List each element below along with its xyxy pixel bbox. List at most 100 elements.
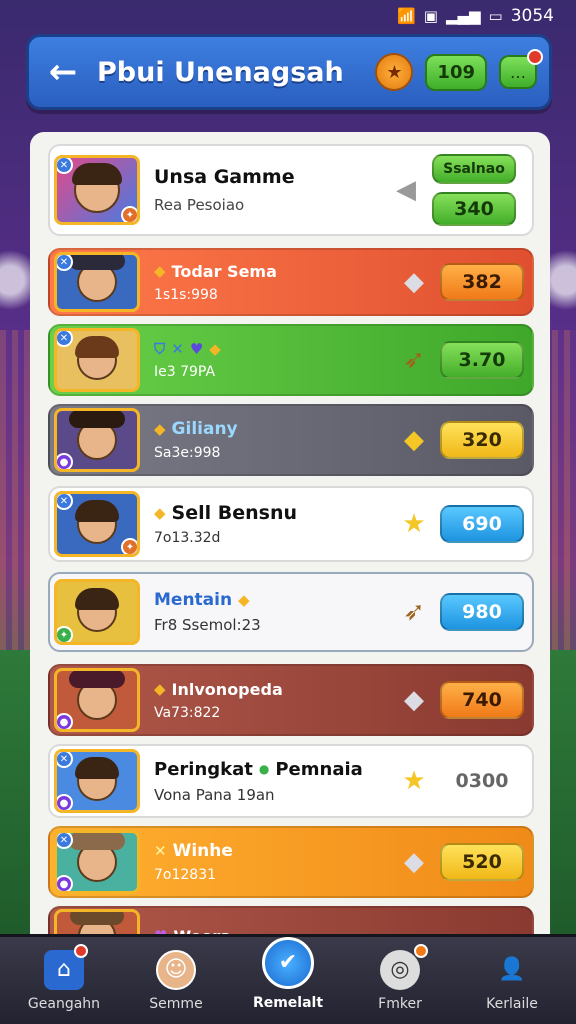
avatar: ●	[54, 408, 140, 472]
carrot-icon: ➶	[403, 345, 425, 375]
diamond-icon: ◆	[404, 425, 424, 455]
battery-icon: ▭	[488, 7, 503, 25]
player-name: Unsa Gamme	[154, 166, 295, 188]
avatar: ✕ ●	[54, 830, 140, 894]
wifi-icon: 📶	[397, 7, 416, 25]
arrow-left-icon[interactable]: ←	[41, 50, 85, 94]
player-name: Peringkat	[154, 758, 253, 780]
cube-icon: ◆	[154, 262, 166, 280]
trophy-badge-icon[interactable]: ★	[375, 53, 414, 91]
avatar: ✕ ●	[54, 749, 140, 813]
check-icon: ✔	[262, 936, 314, 989]
list-item[interactable]: ✕ ⛉ ✕ ♥ ◆ Ie3 79PA ➶ 3.70	[48, 324, 534, 396]
player-subtext: 1s1s:998	[154, 286, 218, 303]
list-item[interactable]: ✕ ● ✕ Winhe 7o12831 ◆ 520	[48, 826, 534, 898]
bottom-nav: ⌂ Geangahn ☺ Semme ✔ Remelalt ◎ Fmker 👤 …	[0, 934, 576, 1024]
star-icon: ★	[402, 509, 426, 539]
tag-button[interactable]: Ssalnao	[432, 154, 516, 184]
score-button[interactable]: 740	[440, 681, 524, 719]
wing-icon: ✕	[171, 340, 184, 358]
player-subtext: Vona Pana 19an	[154, 785, 275, 804]
badge-icon: ✦	[121, 206, 137, 222]
player-name: Mentain	[154, 590, 233, 610]
player-name: Giliany	[171, 419, 238, 439]
nav-label: Semme	[149, 995, 203, 1012]
score-button[interactable]: 690	[440, 505, 524, 543]
avatar: ✕ ✦	[54, 155, 140, 225]
player-subtext: Fr8 Ssemol:23	[154, 616, 261, 634]
badge-icon: ●	[57, 453, 73, 469]
badge-icon: ✦	[121, 538, 137, 554]
avatar: ✕	[54, 252, 140, 312]
cube-icon: ◆	[238, 591, 250, 609]
speaker-icon[interactable]: ◀	[386, 175, 426, 205]
nav-item-profile[interactable]: ☺ Semme	[126, 949, 226, 1012]
nav-item-main[interactable]: ✔ Remelalt	[238, 936, 338, 1011]
status-bar: 📶 ▣ ▂▄▆ ▭ 3054	[0, 0, 576, 32]
user-icon: 👤	[498, 957, 526, 982]
player-name: Todar Sema	[171, 261, 277, 281]
list-item[interactable]: ● ◆ Inlvonopeda Va73:822 ◆ 740	[48, 664, 534, 736]
score-button[interactable]: 340	[432, 192, 516, 226]
badge-icon: ✕	[57, 833, 73, 849]
notification-dot	[74, 943, 88, 958]
score-button[interactable]: 980	[440, 593, 524, 631]
score-button[interactable]: 3.70	[440, 341, 524, 379]
list-item[interactable]: ✕ ● Peringkat ● Pemnaia Vona Pana 19an ★…	[48, 744, 534, 818]
diamond-icon: ◆	[404, 267, 424, 297]
signal-icon: ▂▄▆	[445, 7, 481, 25]
player-name: Sell Bensnu	[171, 502, 298, 524]
cube-icon: ◆	[209, 340, 221, 358]
badge-row: ⛉ ✕ ♥ ◆	[154, 340, 394, 358]
wing-icon: ✕	[154, 842, 167, 860]
nav-item-target[interactable]: ◎ Fmker	[350, 943, 450, 1012]
list-item[interactable]: ● ◆ Giliany Sa3e:998 ◆ 320	[48, 404, 534, 476]
notification-dot	[414, 943, 428, 958]
online-dot-icon: ●	[258, 762, 270, 776]
player-subtext: Sa3e:998	[154, 445, 221, 461]
carrot-icon: ➶	[403, 597, 425, 627]
coin-counter[interactable]: 109	[425, 53, 487, 91]
player-subtext: Va73:822	[154, 704, 221, 721]
player-subtext: Ie3 79PA	[154, 364, 216, 380]
cube-icon: ◆	[154, 504, 166, 522]
player-name: Inlvonopeda	[171, 679, 283, 699]
score-button[interactable]: 320	[440, 421, 524, 459]
avatar: ✕	[54, 328, 140, 392]
badge-icon: ✕	[57, 752, 73, 768]
profile-icon: ☺	[156, 949, 196, 990]
list-item[interactable]: ✦ Mentain ◆ Fr8 Ssemol:23 ➶ 980	[48, 572, 534, 652]
status-time: 3054	[510, 6, 554, 26]
player-subtext: 7o12831	[154, 867, 217, 883]
avatar: ✕ ✦	[54, 491, 140, 557]
cube-icon: ◆	[154, 420, 166, 438]
diamond-icon: ◆	[404, 847, 424, 877]
nav-item-user[interactable]: 👤 Kerlaile	[462, 950, 562, 1012]
score-button[interactable]: 382	[440, 263, 524, 301]
list-item[interactable]: ✕ ◆ Todar Sema 1s1s:998 ◆ 382	[48, 248, 534, 316]
diamond-icon: ◆	[404, 685, 424, 715]
nav-item-home[interactable]: ⌂ Geangahn	[14, 943, 114, 1012]
list-item[interactable]: ✕ ✦ Unsa Gamme Rea Pesoiao ◀ Ssalnao 340	[48, 144, 534, 236]
badge-icon: ✕	[57, 494, 73, 510]
score-button[interactable]: 0300	[440, 762, 524, 800]
cube-icon: ◆	[154, 680, 166, 698]
badge-icon: ✕	[57, 331, 73, 347]
player-subtext: 7o13.32d	[154, 530, 221, 546]
score-button[interactable]: 520	[440, 843, 524, 881]
nav-label: Remelalt	[252, 994, 324, 1011]
page-title: Pbui Unenagsah	[97, 56, 344, 88]
avatar: ●	[54, 668, 140, 732]
player-subtext: Rea Pesoiao	[154, 196, 245, 214]
shield-icon: ⛉	[154, 340, 166, 358]
list-item[interactable]: ✕ ✦ ◆ Sell Bensnu 7o13.32d ★ 690	[48, 486, 534, 562]
player-name: Winhe	[172, 841, 233, 861]
header-bar: ← Pbui Unenagsah ★ 109 …	[26, 34, 552, 110]
nav-label: Geangahn	[27, 995, 101, 1012]
chat-icon[interactable]: …	[499, 49, 543, 89]
player-name-secondary: Pemnaia	[275, 758, 363, 780]
target-icon: ◎	[380, 949, 420, 990]
badge-icon: ●	[57, 713, 73, 729]
badge-icon: ✕	[57, 255, 73, 271]
battery-saver-icon: ▣	[423, 7, 438, 25]
